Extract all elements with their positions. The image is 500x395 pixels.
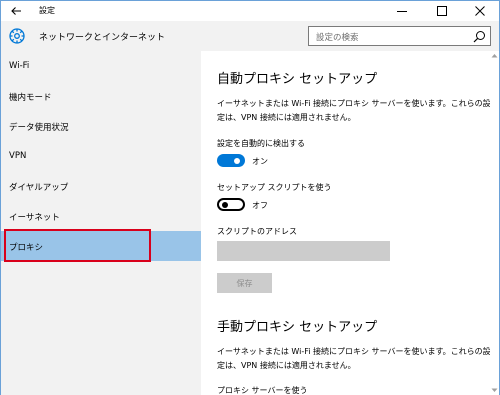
page-title: ネットワークとインターネット — [39, 33, 166, 43]
sidebar-item-label: Wi-Fi — [9, 61, 30, 71]
proxy-settings-panel: 自動プロキシ セットアップ イーサネットまたは Wi-Fi 接続にプロキシ サー… — [201, 51, 499, 395]
sidebar-item-label: ダイヤルアップ — [9, 183, 69, 193]
close-button[interactable] — [463, 1, 497, 21]
script-address-input[interactable] — [217, 241, 390, 261]
sidebar-item-data-usage[interactable]: データ使用状況 — [1, 111, 201, 141]
auto-detect-label: 設定を自動的に検出する — [217, 139, 305, 148]
toggle-knob — [234, 157, 240, 164]
auto-proxy-heading: 自動プロキシ セットアップ — [217, 72, 378, 87]
content-scrollbar[interactable] — [490, 51, 499, 395]
sidebar-item-vpn[interactable]: VPN — [1, 141, 201, 171]
auto-detect-state: オン — [252, 157, 268, 166]
maximize-button[interactable] — [425, 1, 459, 21]
search-icon[interactable] — [473, 30, 486, 43]
setup-script-label: セットアップ スクリプトを使う — [217, 183, 332, 192]
scroll-down-arrow-icon[interactable] — [491, 388, 498, 393]
setup-script-state: オフ — [252, 201, 268, 210]
minimize-button[interactable] — [385, 1, 419, 21]
close-icon — [475, 6, 485, 16]
sidebar-item-ethernet[interactable]: イーサネット — [1, 201, 201, 231]
search-placeholder: 設定の検索 — [316, 33, 359, 43]
title-bar: 設定 — [1, 1, 499, 21]
maximize-icon — [437, 6, 447, 16]
settings-window: 設定 ネットワークとインターネット 設定の検索 Wi-Fi 機内モード データ使… — [0, 0, 500, 395]
save-button[interactable]: 保存 — [217, 273, 272, 293]
toggle-knob — [222, 201, 228, 208]
sidebar-item-label: イーサネット — [9, 213, 60, 223]
manual-proxy-description: イーサネットまたは Wi-Fi 接続にプロキシ サーバーを使います。これらの設定… — [217, 347, 491, 370]
annotation-highlight-box — [4, 229, 151, 262]
manual-proxy-heading: 手動プロキシ セットアップ — [217, 320, 378, 335]
sidebar-item-label: データ使用状況 — [9, 123, 69, 133]
auto-detect-toggle[interactable] — [217, 154, 245, 167]
back-arrow-icon[interactable] — [9, 4, 23, 18]
use-proxy-label: プロキシ サーバーを使う — [217, 386, 308, 395]
window-title: 設定 — [39, 6, 55, 15]
scroll-up-arrow-icon[interactable] — [491, 53, 498, 58]
sidebar-item-label: VPN — [9, 151, 27, 161]
setup-script-toggle[interactable] — [217, 198, 245, 211]
globe-icon — [8, 27, 26, 45]
sidebar-item-dialup[interactable]: ダイヤルアップ — [1, 171, 201, 201]
auto-proxy-description: イーサネットまたは Wi-Fi 接続にプロキシ サーバーを使います。これらの設定… — [217, 99, 491, 122]
script-address-label: スクリプトのアドレス — [217, 227, 297, 236]
search-input[interactable]: 設定の検索 — [308, 26, 491, 46]
sidebar-item-wifi[interactable]: Wi-Fi — [1, 51, 201, 81]
sidebar: Wi-Fi 機内モード データ使用状況 VPN ダイヤルアップ イーサネット プ… — [1, 51, 201, 395]
minimize-icon — [397, 11, 407, 12]
sidebar-item-label: 機内モード — [9, 93, 52, 103]
page-header: ネットワークとインターネット 設定の検索 — [1, 21, 499, 51]
sidebar-item-airplane-mode[interactable]: 機内モード — [1, 81, 201, 111]
